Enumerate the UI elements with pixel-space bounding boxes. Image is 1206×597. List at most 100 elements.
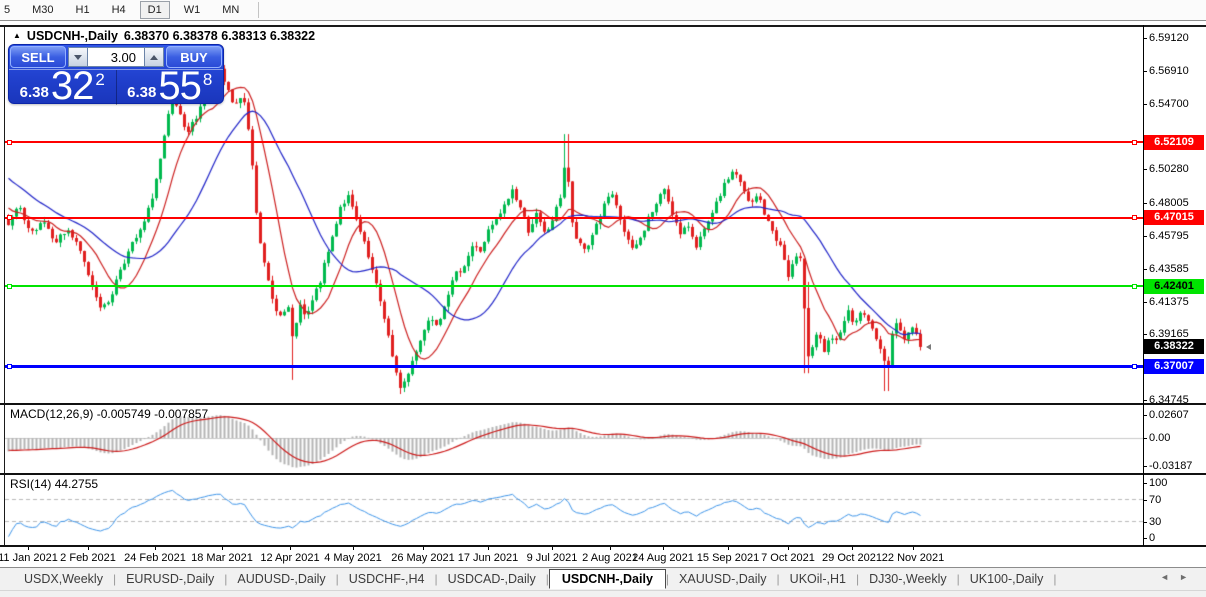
- horizontal-line-6.47015[interactable]: [5, 217, 1143, 219]
- x-axis-date-label: 29 Oct 2021: [822, 552, 882, 564]
- chart-area: 6.59120 6.56910 6.54700 6.50280 6.48005 6.457…: [0, 25, 1206, 566]
- x-axis-date-label: 24 Feb 2021: [124, 552, 186, 564]
- macd-tick-label: 0.00: [1149, 432, 1170, 444]
- price-axis-line: [1143, 25, 1144, 546]
- macd-tick-label: 0.02607: [1149, 409, 1189, 421]
- price-line-badge: 6.37007: [1144, 359, 1204, 374]
- timeframe-button-h4[interactable]: H4: [104, 1, 134, 19]
- tab-usdcad-daily[interactable]: USDCAD-,Daily: [438, 570, 546, 588]
- x-axis-date-label: 22 Nov 2021: [882, 552, 944, 564]
- timeframe-button-5[interactable]: 5: [0, 1, 18, 19]
- macd-values: -0.005749 -0.007857: [97, 407, 208, 421]
- y-axis-tick-label: 6.54700: [1149, 98, 1189, 110]
- tab-usdchf-h4[interactable]: USDCHF-,H4: [339, 570, 435, 588]
- chart-tab-bar: USDX,Weekly|EURUSD-,Daily|AUDUSD-,Daily|…: [0, 567, 1206, 590]
- x-axis-date-label: 26 May 2021: [391, 552, 455, 564]
- buy-price-display[interactable]: 6.38558: [117, 70, 224, 105]
- rsi-tick-label: 70: [1149, 494, 1161, 506]
- tab-scroll-left-icon[interactable]: ◄: [1160, 572, 1169, 582]
- line-handle-left[interactable]: [7, 284, 12, 289]
- trade-panel-prices: 6.38322 6.38558: [9, 70, 223, 105]
- pane-separator-macd[interactable]: [0, 403, 1206, 405]
- rsi-indicator-canvas[interactable]: [5, 475, 1143, 545]
- status-strip: [0, 590, 1206, 597]
- macd-name: MACD(12,26,9): [10, 407, 93, 421]
- x-axis-date-label: 24 Aug 2021: [632, 552, 694, 564]
- chart-title: ▲ USDCNH-,Daily 6.38370 6.38378 6.38313 …: [13, 29, 315, 43]
- timeframe-button-m30[interactable]: M30: [24, 1, 61, 19]
- macd-label: MACD(12,26,9) -0.005749 -0.007857: [10, 407, 208, 421]
- line-handle-left[interactable]: [7, 364, 12, 369]
- buy-price-sup: 8: [203, 71, 212, 88]
- tab-eurusd-daily[interactable]: EURUSD-,Daily: [116, 570, 224, 588]
- line-handle-right[interactable]: [1132, 140, 1137, 145]
- x-axis-date-label: 7 Oct 2021: [761, 552, 815, 564]
- rsi-name: RSI(14): [10, 477, 51, 491]
- x-axis-date-label: 15 Sep 2021: [697, 552, 759, 564]
- y-axis-tick-label: 6.41375: [1149, 296, 1189, 308]
- line-handle-left[interactable]: [7, 140, 12, 145]
- collapse-arrow-icon[interactable]: ▲: [13, 31, 21, 40]
- horizontal-line-6.37007[interactable]: [5, 365, 1143, 368]
- sell-price-sup: 2: [95, 71, 104, 88]
- y-axis-tick-label: 6.48005: [1149, 197, 1189, 209]
- x-axis-date-label: 18 Mar 2021: [191, 552, 253, 564]
- buy-price-prefix: 6.38: [127, 84, 156, 102]
- x-axis-date-label: 9 Jul 2021: [527, 552, 578, 564]
- one-click-trading-panel: SELL 3.00 BUY 6.38322 6.38558: [8, 44, 224, 104]
- x-axis-date-label: 12 Apr 2021: [260, 552, 319, 564]
- y-axis-tick-label: 6.45795: [1149, 230, 1189, 242]
- triangle-up-icon: [150, 55, 158, 60]
- y-axis-tick-label: 6.43585: [1149, 263, 1189, 275]
- line-handle-right[interactable]: [1132, 364, 1137, 369]
- timeframe-button-mn[interactable]: MN: [214, 1, 247, 19]
- sell-price-display[interactable]: 6.38322: [9, 70, 117, 105]
- tab-audusd-daily[interactable]: AUDUSD-,Daily: [227, 570, 335, 588]
- rsi-tick-label: 100: [1149, 477, 1167, 489]
- y-axis-tick-label: 6.59120: [1149, 32, 1189, 44]
- rsi-value: 44.2755: [55, 477, 98, 491]
- pane-separator-rsi[interactable]: [0, 473, 1206, 475]
- tab-dj30-weekly[interactable]: DJ30-,Weekly: [859, 570, 957, 588]
- buy-price-big: 55: [158, 70, 201, 102]
- tab-xauusd-daily[interactable]: XAUUSD-,Daily: [669, 570, 777, 588]
- tab-scroll-right-icon[interactable]: ►: [1179, 572, 1188, 582]
- volume-input[interactable]: 3.00: [88, 47, 144, 67]
- price-line-badge: 6.47015: [1144, 210, 1204, 225]
- rsi-tick-label: 30: [1149, 516, 1161, 528]
- rsi-tick-label: 0: [1149, 532, 1155, 544]
- tab-ukoil-h1[interactable]: UKOil-,H1: [780, 570, 856, 588]
- line-handle-right[interactable]: [1132, 215, 1137, 220]
- horizontal-line-6.52109[interactable]: [5, 141, 1143, 143]
- x-axis-date-label: 4 May 2021: [324, 552, 381, 564]
- current-bar-marker: [926, 344, 931, 350]
- chart-symbol-label: USDCNH-,Daily: [27, 29, 118, 43]
- triangle-down-icon: [74, 55, 82, 60]
- timeframe-button-w1[interactable]: W1: [176, 1, 209, 19]
- price-line-badge: 6.42401: [1144, 279, 1204, 294]
- price-line-badge: 6.52109: [1144, 135, 1204, 150]
- y-axis-tick-label: 6.50280: [1149, 163, 1189, 175]
- line-handle-right[interactable]: [1132, 284, 1137, 289]
- mt4-window: 5 M30 H1 H4 D1 W1 MN 6.59120 6.56910 6.54700 6.50…: [0, 0, 1206, 597]
- tab-usdcnh-daily[interactable]: USDCNH-,Daily: [549, 569, 666, 589]
- current-price-badge: 6.38322: [1144, 339, 1204, 354]
- pane-separator-dates: [0, 545, 1206, 547]
- rsi-label: RSI(14) 44.2755: [10, 477, 98, 491]
- x-axis-date-label: 17 Jun 2021: [458, 552, 519, 564]
- x-axis-date-label: 2 Aug 2021: [582, 552, 638, 564]
- x-axis-date-label: 2 Feb 2021: [60, 552, 116, 564]
- sell-price-big: 32: [51, 70, 94, 102]
- line-handle-left[interactable]: [7, 215, 12, 220]
- sell-price-prefix: 6.38: [20, 84, 49, 102]
- chart-ohlc-values: 6.38370 6.38378 6.38313 6.38322: [124, 29, 315, 43]
- timeframe-button-h1[interactable]: H1: [68, 1, 98, 19]
- timeframe-toolbar: 5 M30 H1 H4 D1 W1 MN: [0, 0, 1206, 21]
- tab-separator: |: [1053, 572, 1056, 586]
- toolbar-separator: [258, 2, 259, 18]
- y-axis-tick-label: 6.56910: [1149, 65, 1189, 77]
- horizontal-line-6.42401[interactable]: [5, 285, 1143, 287]
- tab-uk100-daily[interactable]: UK100-,Daily: [960, 570, 1054, 588]
- tab-usdx-weekly[interactable]: USDX,Weekly: [14, 570, 113, 588]
- timeframe-button-d1[interactable]: D1: [140, 1, 170, 19]
